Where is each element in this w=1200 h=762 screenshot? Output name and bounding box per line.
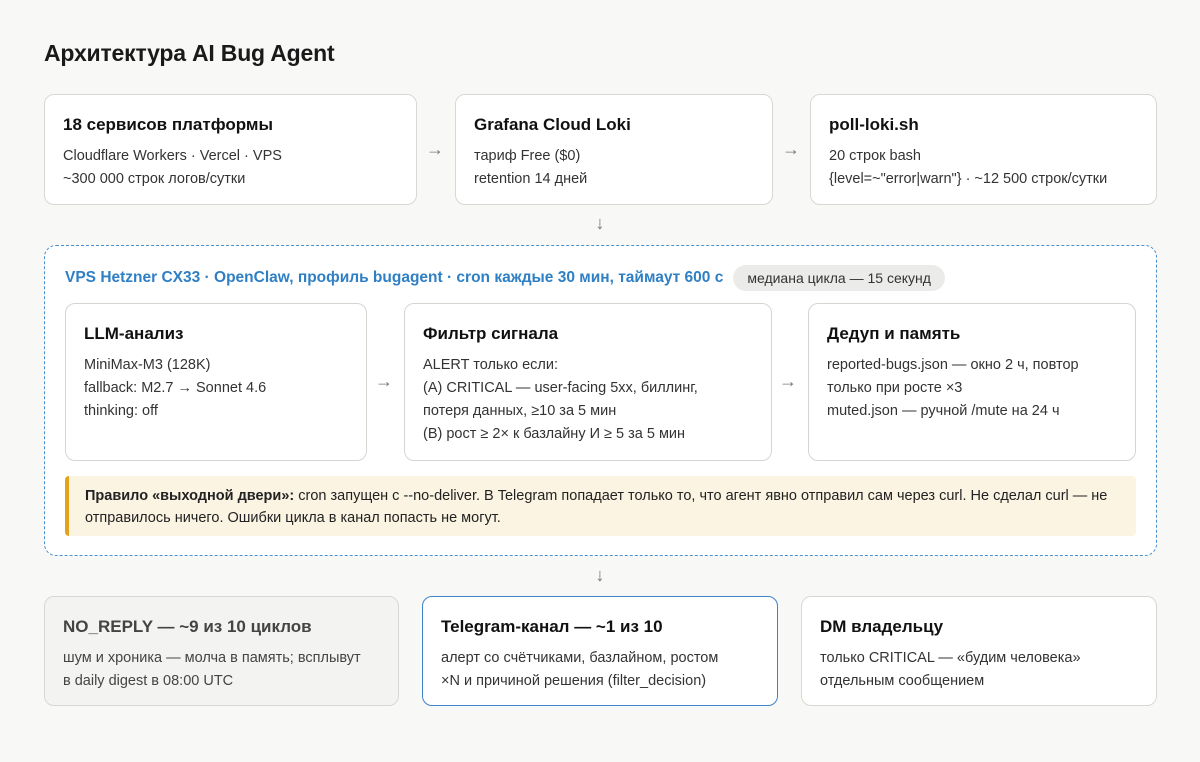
card-line: Cloudflare Workers · Vercel · VPS — [63, 148, 282, 164]
rule-label: Правило «выходной двери»: — [85, 488, 295, 504]
card-line: шум и хроника — молча в память; всплывут — [63, 650, 361, 666]
arrow-down-icon: ↓ — [595, 213, 605, 233]
card-title: DM владельцу — [820, 617, 944, 636]
card-line: (B) рост ≥ 2× к базлайну И ≥ 5 за 5 мин — [423, 426, 686, 442]
card-line: потеря данных, ≥10 за 5 мин — [423, 403, 617, 419]
card-line: muted.json — ручной /mute на 24 ч — [827, 403, 1060, 419]
card-title: poll-loki.sh — [829, 115, 919, 134]
card-title: Дедуп и память — [827, 324, 961, 343]
poll-loki-card: poll-loki.sh 20 строк bash {level=~"erro… — [810, 94, 1157, 205]
arrow-right-icon: → — [782, 139, 800, 159]
card-line: только CRITICAL — «будим человека» — [820, 650, 1081, 666]
arrow-right-icon: → — [426, 139, 444, 159]
card-title: Фильтр сигнала — [423, 324, 559, 343]
card-line: отдельным сообщением — [820, 673, 985, 689]
card-title: Grafana Cloud Loki — [474, 115, 631, 134]
vps-header: VPS Hetzner CX33 · OpenClaw, профиль bug… — [65, 265, 945, 291]
dedup-memory-card: Дедуп и память reported-bugs.json — окно… — [808, 303, 1136, 461]
card-line: ALERT только если: — [423, 357, 558, 373]
arrow-down-icon: ↓ — [595, 565, 605, 585]
card-line: только при росте ×3 — [827, 380, 963, 396]
card-title: NO_REPLY — ~9 из 10 циклов — [63, 617, 312, 636]
page-title: Архитектура AI Bug Agent — [44, 40, 335, 66]
card-line: retention 14 дней — [474, 171, 588, 187]
card-line: fallback: M2.7 → Sonnet 4.6 — [84, 380, 267, 396]
card-line: тариф Free ($0) — [474, 148, 581, 164]
exit-door-rule-note: Правило «выходной двери»: cron запущен с… — [65, 476, 1136, 536]
vps-container: VPS Hetzner CX33 · OpenClaw, профиль bug… — [44, 245, 1157, 556]
card-line: 20 строк bash — [829, 148, 921, 164]
sources-card: 18 сервисов платформы Cloudflare Workers… — [44, 94, 417, 205]
owner-dm-card: DM владельцу только CRITICAL — «будим че… — [801, 596, 1157, 706]
card-line: в daily digest в 08:00 UTC — [63, 673, 234, 689]
card-title: Telegram-канал — ~1 из 10 — [441, 617, 663, 636]
card-line: MiniMax-M3 (128K) — [84, 357, 211, 373]
card-line: thinking: off — [84, 403, 158, 419]
loki-card: Grafana Cloud Loki тариф Free ($0) reten… — [455, 94, 773, 205]
arrow-right-icon: → — [779, 371, 797, 391]
card-line: ~300 000 строк логов/сутки — [63, 171, 246, 187]
card-line: reported-bugs.json — окно 2 ч, повтор — [827, 357, 1079, 373]
card-line: {level=~"error|warn"} · ~12 500 строк/су… — [829, 171, 1108, 187]
arrow-right-icon: → — [375, 371, 393, 391]
telegram-channel-card: Telegram-канал — ~1 из 10 алерт со счётч… — [422, 596, 778, 706]
card-title: 18 сервисов платформы — [63, 115, 273, 134]
card-line: ×N и причиной решения (filter_decision) — [441, 673, 707, 689]
card-line: (A) CRITICAL — user-facing 5xx, биллинг, — [423, 380, 698, 396]
signal-filter-card: Фильтр сигнала ALERT только если: (A) CR… — [404, 303, 772, 461]
llm-analysis-card: LLM-анализ MiniMax-M3 (128K) fallback: M… — [65, 303, 367, 461]
no-reply-card: NO_REPLY — ~9 из 10 циклов шум и хроника… — [44, 596, 399, 706]
cycle-median-badge: медиана цикла — 15 секунд — [733, 265, 945, 291]
card-title: LLM-анализ — [84, 324, 184, 343]
card-line: алерт со счётчиками, базлайном, ростом — [441, 650, 719, 666]
vps-title: VPS Hetzner CX33 · OpenClaw, профиль bug… — [65, 269, 724, 286]
